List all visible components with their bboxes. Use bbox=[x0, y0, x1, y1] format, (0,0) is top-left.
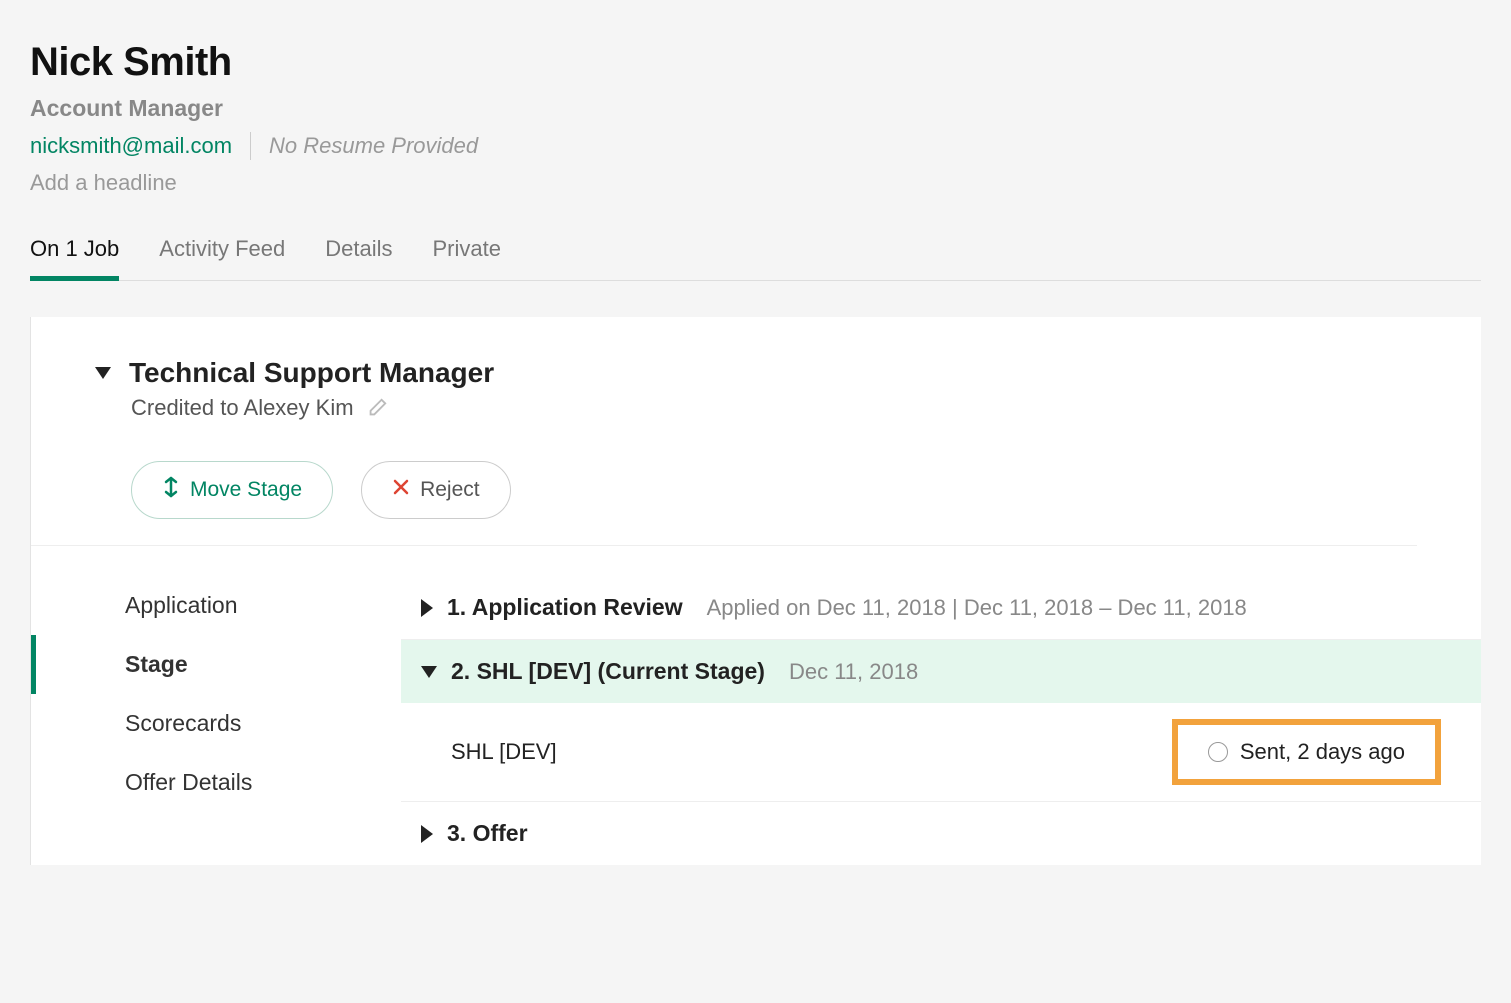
job-title: Technical Support Manager bbox=[129, 357, 494, 389]
reject-icon bbox=[392, 478, 410, 502]
candidate-title: Account Manager bbox=[30, 95, 1481, 122]
divider bbox=[250, 132, 251, 160]
move-stage-label: Move Stage bbox=[190, 478, 302, 502]
sidebar-item-scorecards[interactable]: Scorecards bbox=[95, 694, 401, 753]
edit-credit-icon[interactable] bbox=[366, 397, 388, 419]
stage-row-current[interactable]: 2. SHL [DEV] (Current Stage) Dec 11, 201… bbox=[401, 640, 1481, 703]
assessment-status-text: Sent, 2 days ago bbox=[1240, 739, 1405, 765]
reject-label: Reject bbox=[420, 478, 480, 502]
stage-row-application-review[interactable]: 1. Application Review Applied on Dec 11,… bbox=[401, 576, 1481, 640]
candidate-tabs: On 1 Job Activity Feed Details Private bbox=[30, 226, 1481, 281]
add-headline-link[interactable]: Add a headline bbox=[30, 170, 1481, 196]
stage-detail-label: SHL [DEV] bbox=[451, 739, 557, 765]
sidebar-item-stage[interactable]: Stage bbox=[31, 635, 401, 694]
move-stage-button[interactable]: Move Stage bbox=[131, 461, 333, 519]
expand-stage-icon[interactable] bbox=[421, 599, 433, 617]
stage-title: 2. SHL [DEV] (Current Stage) bbox=[451, 658, 765, 685]
credited-to-text: Credited to Alexey Kim bbox=[131, 395, 354, 421]
expand-stage-icon[interactable] bbox=[421, 825, 433, 843]
candidate-email-link[interactable]: nicksmith@mail.com bbox=[30, 133, 232, 159]
stage-meta: Dec 11, 2018 bbox=[789, 659, 918, 685]
stage-sidebar: Application Stage Scorecards Offer Detai… bbox=[31, 576, 401, 865]
status-circle-icon bbox=[1208, 742, 1228, 762]
stage-title: 3. Offer bbox=[447, 820, 528, 847]
stage-row-offer[interactable]: 3. Offer bbox=[401, 802, 1481, 865]
stage-main: 1. Application Review Applied on Dec 11,… bbox=[401, 576, 1481, 865]
stage-detail-row: SHL [DEV] Sent, 2 days ago bbox=[401, 703, 1481, 802]
tab-activity-feed[interactable]: Activity Feed bbox=[159, 226, 285, 280]
job-card: Technical Support Manager Credited to Al… bbox=[30, 317, 1481, 865]
collapse-job-icon[interactable] bbox=[95, 367, 111, 379]
stage-title: 1. Application Review bbox=[447, 594, 683, 621]
sidebar-item-application[interactable]: Application bbox=[95, 576, 401, 635]
candidate-name: Nick Smith bbox=[30, 40, 1481, 85]
reject-button[interactable]: Reject bbox=[361, 461, 511, 519]
assessment-status-highlight: Sent, 2 days ago bbox=[1172, 719, 1441, 785]
collapse-stage-icon[interactable] bbox=[421, 666, 437, 678]
tab-on-job[interactable]: On 1 Job bbox=[30, 226, 119, 281]
tab-details[interactable]: Details bbox=[325, 226, 392, 280]
resume-note: No Resume Provided bbox=[269, 133, 478, 159]
stage-meta: Applied on Dec 11, 2018 | Dec 11, 2018 –… bbox=[707, 595, 1247, 621]
tab-private[interactable]: Private bbox=[432, 226, 500, 280]
move-stage-icon bbox=[162, 476, 180, 504]
sidebar-item-offer-details[interactable]: Offer Details bbox=[95, 753, 401, 812]
